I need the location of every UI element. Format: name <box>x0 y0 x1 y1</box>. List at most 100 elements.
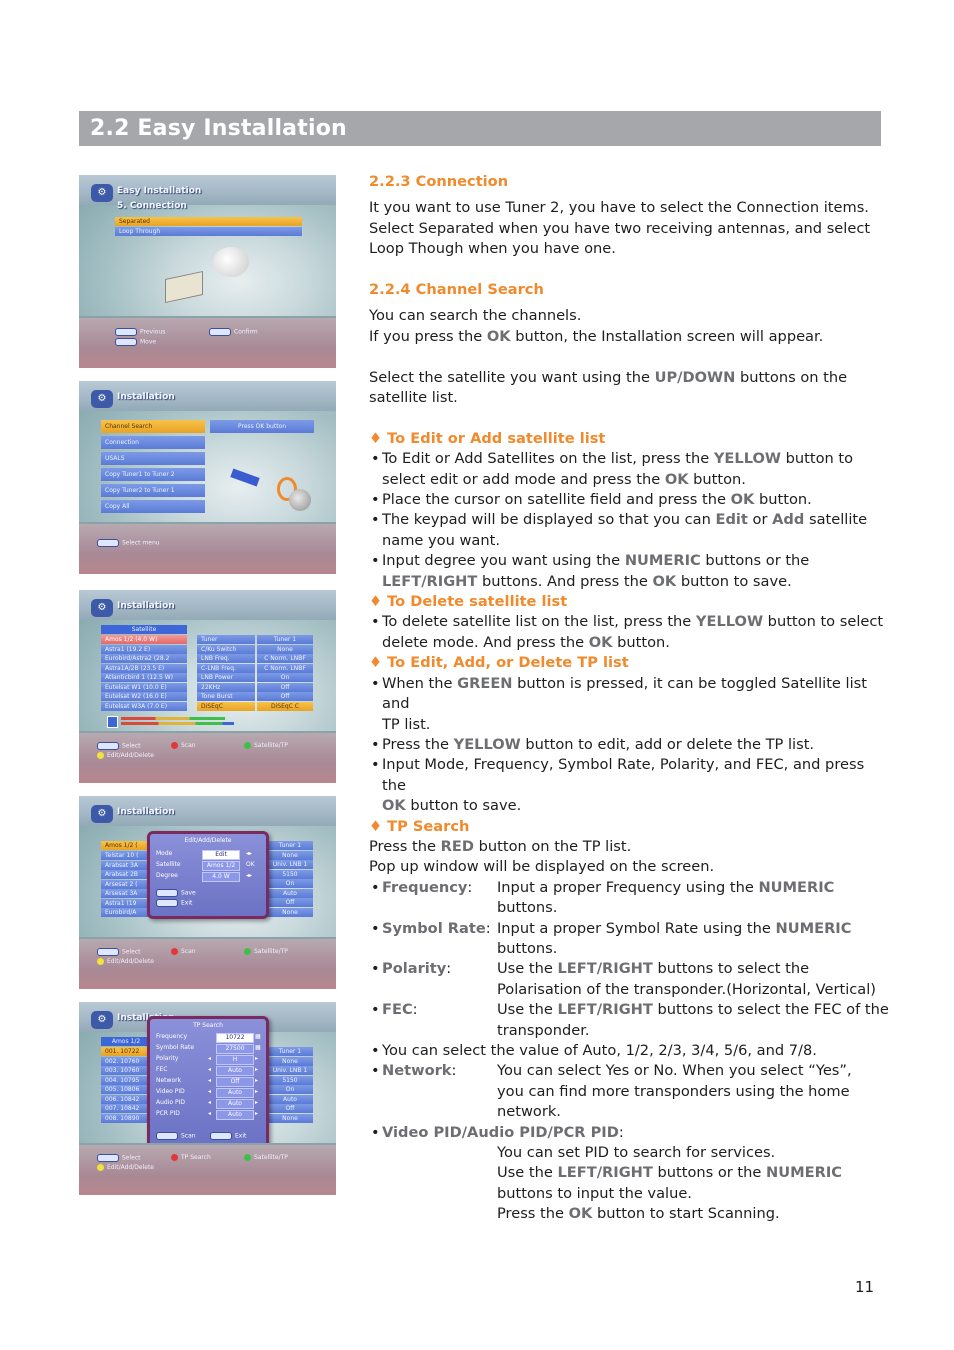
popup-field[interactable]: Satellite Amos 1/2 OK <box>156 861 260 871</box>
right-arrow-icon[interactable]: ▸ <box>255 1055 258 1062</box>
text-column: 2.2.3 Connection It you want to use Tune… <box>369 172 889 1225</box>
satellite-row: Eutelsat W3A (7.0 E) <box>101 701 187 711</box>
field-value[interactable]: Auto <box>216 1088 254 1098</box>
edit-add-delete-popup: Edit/Add/Delete Mode Edit ◂▸ Satellite Amos … <box>147 831 269 919</box>
connection-line: Select Separated when you have two recei… <box>369 219 871 237</box>
setting-value: Tuner 1 <box>257 635 313 644</box>
field-hint: ◂▸ <box>246 850 253 857</box>
legend-scan: Scan <box>171 948 196 955</box>
popup-field[interactable]: Video PID ◂ Auto ▸ <box>156 1088 260 1098</box>
left-arrow-icon[interactable]: ◂ <box>208 1055 211 1062</box>
definition-network: Network:You can select Yes or No. When y… <box>369 1061 889 1122</box>
popup-field[interactable]: Network ◂ Off ▸ <box>156 1077 260 1087</box>
left-arrow-icon[interactable]: ◂ <box>208 1077 211 1084</box>
field-label: Video PID <box>156 1088 185 1095</box>
setting-value: Off <box>257 692 313 701</box>
setting-value: 5150 <box>267 1075 313 1085</box>
satellite-row: Atlanticbird 1 (12.5 W) <box>101 673 187 682</box>
popup-field[interactable]: FEC ◂ Auto ▸ <box>156 1066 260 1076</box>
right-arrow-icon[interactable]: ▸ <box>255 1077 258 1084</box>
screen-title: Installation <box>117 807 175 817</box>
menu-channel-search: Channel Search <box>101 420 205 433</box>
menu-copy-tuner1: Copy Tuner1 to Tuner 2 <box>101 468 205 481</box>
left-arrow-icon[interactable]: ◂ <box>208 1088 211 1095</box>
field-label: PCR PID <box>156 1110 180 1117</box>
satellite-row: Arabsat 2B <box>101 870 153 879</box>
exit-action[interactable]: Exit <box>210 1132 260 1141</box>
setting-value: Univ. LNB 1 <box>267 1066 313 1075</box>
setting-label: 22KHz <box>197 682 255 692</box>
field-label: FEC <box>156 1066 168 1073</box>
satellite-row: Amos 1/2 (4.0 W) <box>101 635 187 644</box>
save-action[interactable]: Save <box>156 889 260 898</box>
field-label: Symbol Rate <box>156 1044 195 1051</box>
legend-move: Move <box>115 338 156 346</box>
setting-label: C-LNB Freq. <box>197 663 255 673</box>
dish-icon <box>289 489 311 511</box>
field-value[interactable]: H <box>216 1055 254 1065</box>
field-value[interactable]: Off <box>216 1077 254 1087</box>
left-arrow-icon[interactable]: ◂ <box>208 1110 211 1117</box>
field-value[interactable]: Auto <box>216 1110 254 1120</box>
field-label: Satellite <box>156 861 181 868</box>
popup-field[interactable]: Degree 4.0 W ◂▸ <box>156 872 260 882</box>
right-arrow-icon[interactable]: ▸ <box>255 1099 258 1106</box>
setting-value: None <box>267 1056 313 1066</box>
setting-value: On <box>257 673 313 682</box>
popup-field[interactable]: Symbol Rate 27500 ▦ <box>156 1044 261 1054</box>
screen-title: Installation <box>117 601 175 611</box>
setting-value: 5150 <box>267 869 313 879</box>
popup-field[interactable]: Polarity ◂ H ▸ <box>156 1055 260 1065</box>
right-arrow-icon[interactable]: ▸ <box>255 1110 258 1117</box>
left-arrow-icon[interactable]: ◂ <box>208 1066 211 1073</box>
bullet-item: You can select the value of Auto, 1/2, 2… <box>369 1041 889 1062</box>
satellite-row: Eutelsat W1 (10.0 E) <box>101 682 187 692</box>
popup-field[interactable]: PCR PID ◂ Auto ▸ <box>156 1110 260 1120</box>
setting-value: None <box>267 907 313 917</box>
section-header-bar: 2.2 Easy Installation <box>79 111 881 146</box>
definition-frequency: Frequency:Input a proper Frequency using… <box>369 878 889 919</box>
bullet-item: Place the cursor on satellite field and … <box>369 490 889 511</box>
legend-edit-add-delete: Edit/Add/Delete <box>97 1164 154 1171</box>
popup-field[interactable]: Frequency 10722 ▦ <box>156 1033 261 1043</box>
field-label: Polarity <box>156 1055 179 1062</box>
dish-icon <box>213 247 249 277</box>
setting-value: Off <box>267 1104 313 1113</box>
satellite-row: Arabsat 3A <box>101 860 153 870</box>
field-value[interactable]: 4.0 W <box>202 872 240 882</box>
tp-search-line: Pop up window will be displayed on the s… <box>369 858 715 876</box>
setting-value: Off <box>257 682 313 692</box>
field-value[interactable]: 27500 <box>216 1044 254 1054</box>
setting-label: DiSEqC <box>197 701 255 711</box>
field-value[interactable]: Auto <box>216 1066 254 1076</box>
legend-select-menu: Select menu <box>97 539 160 547</box>
field-value[interactable]: Amos 1/2 <box>202 861 240 871</box>
legend-scan: Scan <box>171 742 196 749</box>
tp-row: 001. 10722 <box>101 1047 151 1056</box>
bullet-item: Press the YELLOW button to edit, add or … <box>369 735 889 756</box>
satellite-row: Arsesat 2 ( <box>101 879 153 889</box>
right-arrow-icon[interactable]: ▸ <box>255 1088 258 1095</box>
setting-value: Tuner 1 <box>267 841 313 850</box>
menu-usals: USALS <box>101 452 205 465</box>
heading-delete-satellite: ♦ To Delete satellite list <box>369 593 568 611</box>
bullet-item: Input Mode, Frequency, Symbol Rate, Pola… <box>369 755 889 816</box>
heading-edit-add-satellite: ♦ To Edit or Add satellite list <box>369 429 606 447</box>
left-arrow-icon[interactable]: ◂ <box>208 1099 211 1106</box>
tp-row: 003. 10760 <box>101 1066 151 1075</box>
tp-row: 004. 10795 <box>101 1075 151 1085</box>
field-value[interactable]: Edit <box>202 850 240 860</box>
field-value[interactable]: 10722 <box>216 1033 254 1043</box>
screenshot-satellite-list: ⚙ Installation Satellite Amos 1/2 (4.0 W… <box>79 590 336 783</box>
legend-previous: Previous <box>115 328 165 336</box>
satellite-row: Arsesat 3A <box>101 889 153 898</box>
tp-row: 005. 10806 <box>101 1085 151 1094</box>
popup-field[interactable]: Audio PID ◂ Auto ▸ <box>156 1099 260 1109</box>
pid-line: buttons to input the value. <box>497 1184 692 1202</box>
field-label: Frequency <box>156 1033 187 1040</box>
field-value[interactable]: Auto <box>216 1099 254 1109</box>
popup-field[interactable]: Mode Edit ◂▸ <box>156 850 260 860</box>
right-arrow-icon[interactable]: ▸ <box>255 1066 258 1073</box>
exit-action[interactable]: Exit <box>156 899 260 908</box>
screen-title: Installation <box>117 392 175 402</box>
